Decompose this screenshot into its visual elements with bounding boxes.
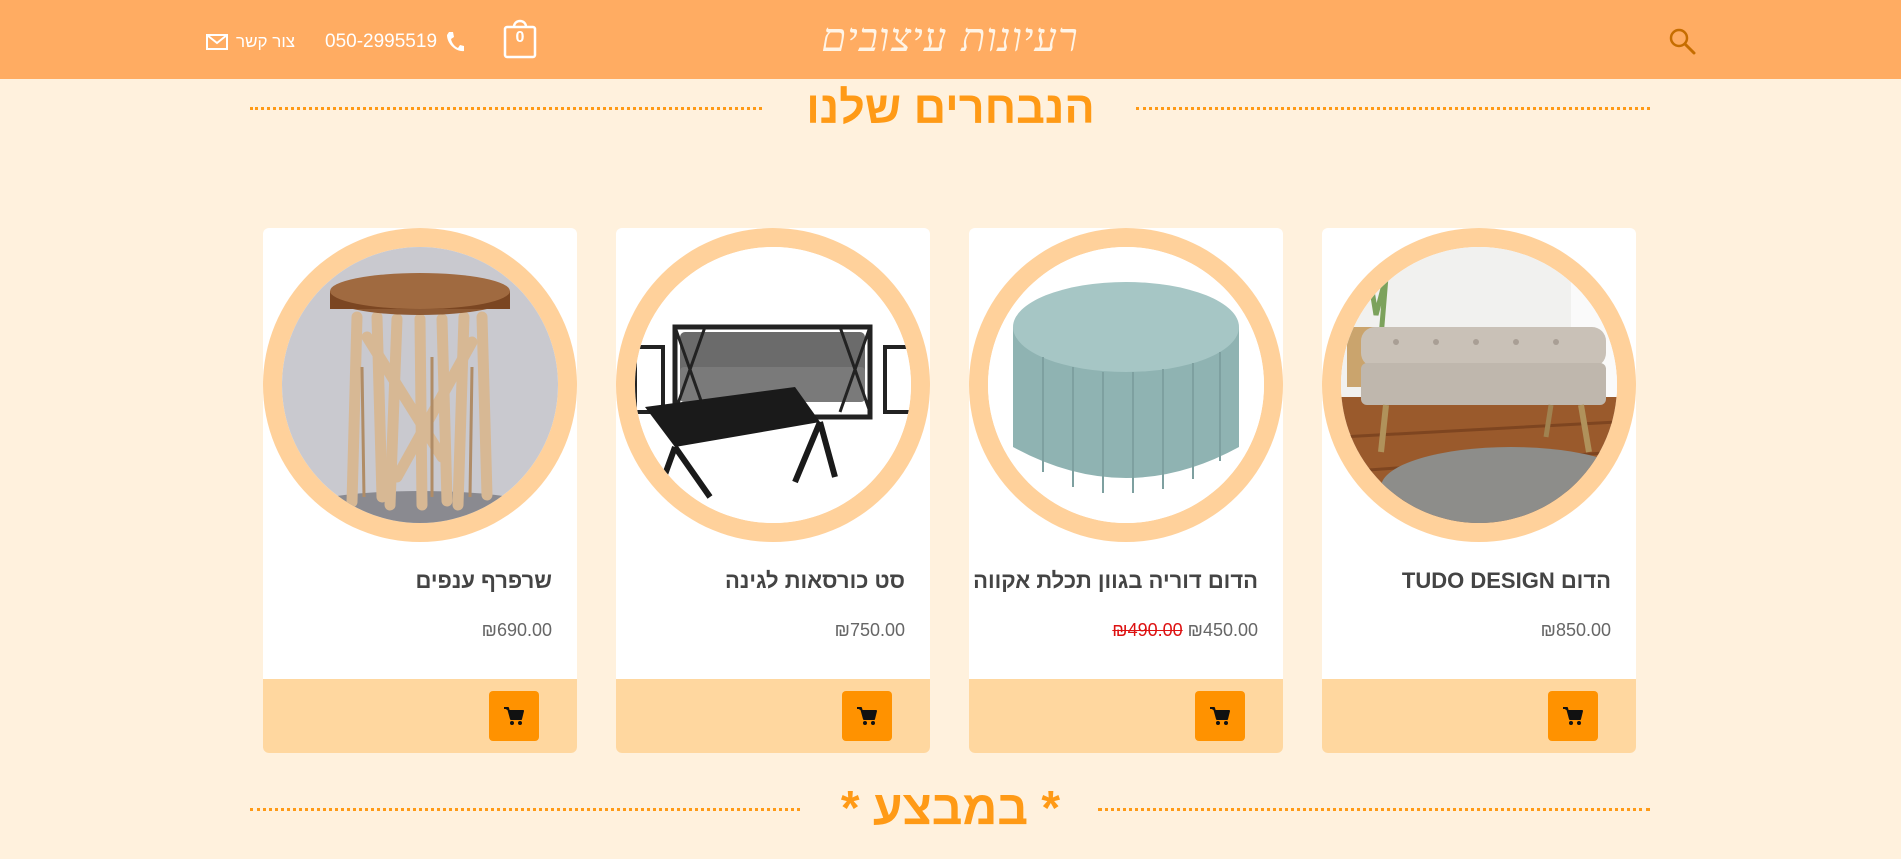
branch-stool-image	[282, 247, 558, 523]
product-card[interactable]: הדום TUDO DESIGN ₪850.00	[1322, 228, 1636, 753]
contact-label: צור קשר	[236, 32, 296, 51]
product-name[interactable]: סט כורסאות לגינה	[616, 568, 905, 594]
search-icon	[1669, 28, 1696, 55]
product-image[interactable]	[635, 247, 911, 523]
product-card-footer	[1322, 679, 1636, 753]
product-card-footer	[263, 679, 577, 753]
current-price: ₪750.00	[834, 620, 905, 640]
add-to-cart-button[interactable]	[1195, 691, 1245, 741]
site-header: צור קשר 050-2995519 0 רעיונות עיצובים	[0, 0, 1901, 79]
product-image[interactable]	[1341, 247, 1617, 523]
product-name[interactable]: הדום דוריה בגוון תכלת אקווה	[969, 568, 1258, 594]
bench-image	[1341, 247, 1617, 523]
cart-count: 0	[515, 29, 525, 46]
product-card-footer	[969, 679, 1283, 753]
current-price: ₪690.00	[481, 620, 552, 640]
pouf-image	[988, 247, 1264, 523]
product-image[interactable]	[988, 247, 1264, 523]
cart-icon	[857, 707, 877, 725]
cart-button[interactable]: 0	[503, 15, 537, 59]
add-to-cart-button[interactable]	[489, 691, 539, 741]
product-name[interactable]: שרפרף ענפים	[263, 568, 552, 594]
cart-icon	[504, 707, 524, 725]
product-name[interactable]: הדום TUDO DESIGN	[1322, 568, 1611, 594]
cart-icon	[1210, 707, 1230, 725]
product-card-footer	[616, 679, 930, 753]
garden-set-image	[635, 247, 911, 523]
contact-bar: צור קשר 050-2995519	[206, 27, 465, 57]
product-price: ₪690.00	[482, 620, 552, 641]
product-card[interactable]: שרפרף ענפים ₪690.00	[263, 228, 577, 753]
current-price: ₪450.00	[1187, 620, 1258, 640]
phone-number: 050-2995519	[325, 31, 438, 52]
site-logo[interactable]: רעיונות עיצובים	[800, 14, 1100, 61]
add-to-cart-button[interactable]	[1548, 691, 1598, 741]
product-image[interactable]	[282, 247, 558, 523]
old-price: ₪490.00	[1112, 620, 1183, 640]
add-to-cart-button[interactable]	[842, 691, 892, 741]
phone-link[interactable]: 050-2995519	[325, 31, 465, 53]
search-button[interactable]	[1668, 27, 1696, 55]
envelope-icon	[206, 34, 228, 50]
product-price: ₪450.00 ₪490.00	[1108, 620, 1258, 641]
current-price: ₪850.00	[1540, 620, 1611, 640]
sale-section-title: * במבצע *	[840, 782, 1061, 835]
product-price: ₪850.00	[1541, 620, 1611, 641]
cart-icon	[1563, 707, 1583, 725]
phone-icon	[447, 32, 465, 52]
contact-link[interactable]: צור קשר	[206, 32, 295, 52]
product-card[interactable]: הדום דוריה בגוון תכלת אקווה ₪450.00 ₪490…	[969, 228, 1283, 753]
product-price: ₪750.00	[835, 620, 905, 641]
product-card[interactable]: סט כורסאות לגינה ₪750.00	[616, 228, 930, 753]
featured-section-title: הנבחרים שלנו	[806, 82, 1095, 133]
